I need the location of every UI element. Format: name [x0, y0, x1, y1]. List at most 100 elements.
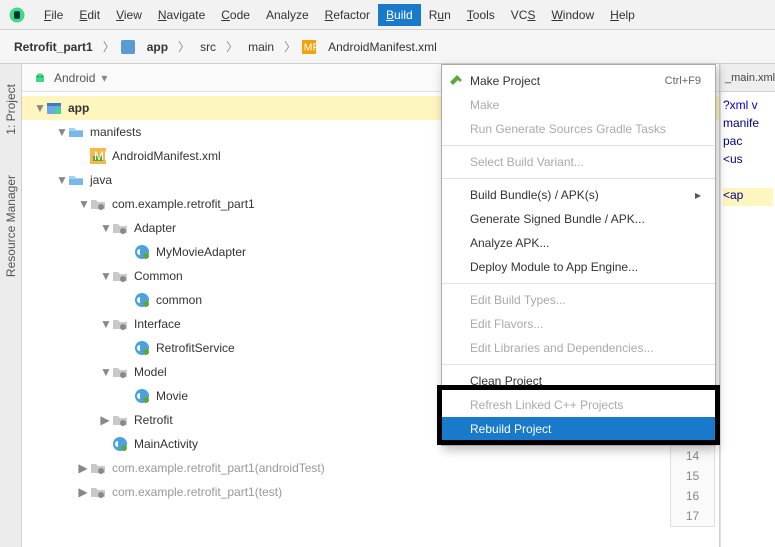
menu-item-rebuild-project[interactable]: Rebuild Project [442, 417, 715, 441]
chevron-down-icon[interactable]: ▼ [56, 125, 66, 139]
chevron-right-icon[interactable]: ▶ [78, 461, 88, 475]
class-icon [134, 244, 150, 260]
menu-help[interactable]: Help [602, 4, 643, 26]
menu-item-analyze-apk[interactable]: Analyze APK... [442, 231, 715, 255]
menu-separator [442, 283, 715, 284]
menu-file[interactable]: File [36, 4, 71, 26]
tree-label: Common [134, 269, 183, 283]
menu-item-label: Run Generate Sources Gradle Tasks [470, 122, 666, 136]
class-icon [134, 292, 150, 308]
manifest-icon: MF [302, 40, 316, 54]
tree-suffix: (androidTest) [255, 461, 325, 475]
menu-item-label: Build Bundle(s) / APK(s) [470, 188, 599, 202]
menu-navigate[interactable]: Navigate [150, 4, 213, 26]
breadcrumb: Retrofit_part1 〉 app 〉 src 〉 main 〉 MF A… [0, 30, 775, 64]
breadcrumb-root[interactable]: Retrofit_part1 [10, 38, 97, 56]
chevron-right-icon: 〉 [101, 38, 117, 55]
menu-refactor[interactable]: Refactor [317, 4, 378, 26]
rail-resource-manager[interactable]: Resource Manager [4, 175, 18, 277]
tree-suffix: (test) [255, 485, 282, 499]
menu-view[interactable]: View [108, 4, 150, 26]
package-icon [112, 316, 128, 332]
tree-com-example-retrofit-part1[interactable]: ▶ com.example.retrofit_part1 (test) [22, 480, 719, 504]
chevron-down-icon[interactable]: ▼ [78, 197, 88, 211]
class-icon [112, 436, 128, 452]
editor-tab[interactable]: _main.xml [721, 64, 775, 92]
menu-item-generate-signed-bundle-apk[interactable]: Generate Signed Bundle / APK... [442, 207, 715, 231]
chevron-down-icon[interactable]: ▼ [34, 101, 44, 115]
chevron-right-icon[interactable]: ▶ [100, 413, 110, 427]
menu-separator [442, 178, 715, 179]
hammer-icon [448, 73, 464, 89]
menu-item-label: Edit Libraries and Dependencies... [470, 341, 653, 355]
editor-code[interactable]: ?xml v manife pac <us <ap [721, 92, 775, 547]
package-icon [90, 484, 106, 500]
package-icon [112, 364, 128, 380]
tree-label: Movie [156, 389, 188, 403]
tree-label: com.example.retrofit_part1 [112, 485, 255, 499]
breadcrumb-app[interactable]: app [143, 38, 172, 56]
tree-label: common [156, 293, 202, 307]
menu-item-edit-build-types: Edit Build Types... [442, 288, 715, 312]
chevron-right-icon: 〉 [224, 38, 240, 55]
folder-icon [68, 172, 84, 188]
tree-label: app [68, 101, 89, 115]
chevron-right-icon[interactable]: ▶ [78, 485, 88, 499]
menu-item-clean-project[interactable]: Clean Project [442, 369, 715, 393]
tree-label: RetrofitService [156, 341, 235, 355]
android-icon [32, 70, 48, 86]
tool-window-rail: 1: Project Resource Manager [0, 64, 22, 547]
menu-window[interactable]: Window [543, 4, 602, 26]
menu-edit[interactable]: Edit [71, 4, 108, 26]
menu-item-make: Make [442, 93, 715, 117]
tree-label: MainActivity [134, 437, 198, 451]
menu-item-label: Select Build Variant... [470, 155, 584, 169]
menu-item-deploy-module-to-app-engine[interactable]: Deploy Module to App Engine... [442, 255, 715, 279]
menu-separator [442, 364, 715, 365]
chevron-right-icon: 〉 [176, 38, 192, 55]
menu-separator [442, 145, 715, 146]
menu-run[interactable]: Run [421, 4, 459, 26]
tree-label: Retrofit [134, 413, 173, 427]
menu-item-refresh-linked-c-projects: Refresh Linked C++ Projects [442, 393, 715, 417]
menu-shortcut: Ctrl+F9 [665, 75, 701, 87]
package-icon [112, 220, 128, 236]
rail-project[interactable]: 1: Project [4, 84, 18, 135]
chevron-down-icon[interactable]: ▾ [101, 71, 107, 85]
menu-item-make-project[interactable]: Make ProjectCtrl+F9 [442, 69, 715, 93]
tree-com-example-retrofit-part1[interactable]: ▶ com.example.retrofit_part1 (androidTest… [22, 456, 719, 480]
class-icon [134, 340, 150, 356]
tree-label: manifests [90, 125, 141, 139]
chevron-down-icon[interactable]: ▼ [100, 221, 110, 235]
menu-build[interactable]: Build [378, 4, 421, 26]
menu-vcs[interactable]: VCS [503, 4, 544, 26]
chevron-down-icon[interactable]: ▼ [100, 317, 110, 331]
breadcrumb-src[interactable]: src [196, 38, 220, 56]
package-icon [90, 196, 106, 212]
menu-code[interactable]: Code [213, 4, 258, 26]
menu-tools[interactable]: Tools [459, 4, 503, 26]
tree-label: com.example.retrofit_part1 [112, 461, 255, 475]
menu-item-label: Make [470, 98, 499, 112]
menu-item-edit-libraries-and-dependencies: Edit Libraries and Dependencies... [442, 336, 715, 360]
svg-text:MF: MF [94, 149, 106, 163]
chevron-down-icon[interactable]: ▼ [56, 173, 66, 187]
menu-item-label: Generate Signed Bundle / APK... [470, 212, 645, 226]
tree-label: com.example.retrofit_part1 [112, 197, 255, 211]
breadcrumb-main[interactable]: main [244, 38, 278, 56]
editor-area: _main.xml ?xml v manife pac <us <ap [720, 64, 775, 547]
chevron-down-icon[interactable]: ▼ [100, 269, 110, 283]
tree-label: MyMovieAdapter [156, 245, 246, 259]
menu-item-select-build-variant: Select Build Variant... [442, 150, 715, 174]
package-icon [112, 412, 128, 428]
menu-item-label: Deploy Module to App Engine... [470, 260, 638, 274]
menu-analyze[interactable]: Analyze [258, 4, 317, 26]
project-view-label: Android [54, 71, 95, 85]
breadcrumb-file[interactable]: AndroidManifest.xml [324, 38, 441, 56]
menu-item-build-bundle-s-apk-s[interactable]: Build Bundle(s) / APK(s)▸ [442, 183, 715, 207]
manifest-icon: MF [90, 148, 106, 164]
menu-item-label: Edit Build Types... [470, 293, 566, 307]
menu-item-label: Edit Flavors... [470, 317, 543, 331]
chevron-down-icon[interactable]: ▼ [100, 365, 110, 379]
tree-label: AndroidManifest.xml [112, 149, 221, 163]
